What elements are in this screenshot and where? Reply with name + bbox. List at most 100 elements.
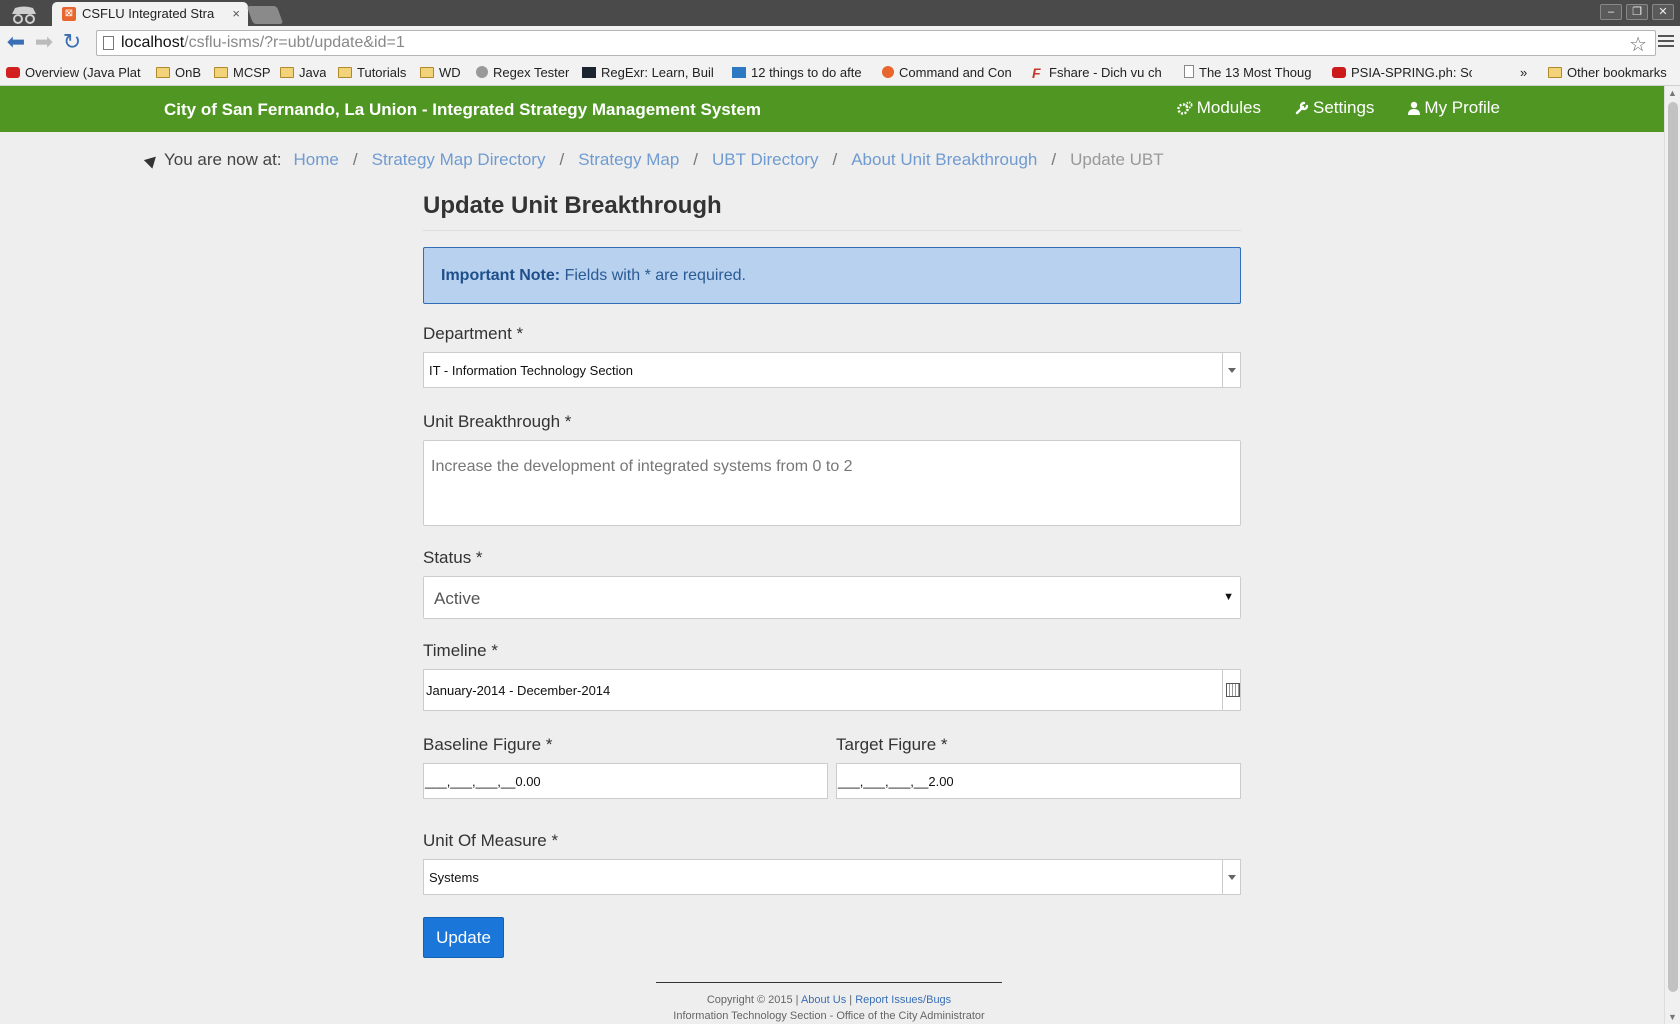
- caret-down-icon: ▼: [1223, 591, 1234, 603]
- nav-settings[interactable]: Settings: [1295, 98, 1374, 118]
- bookmark-item[interactable]: RegExr: Learn, Buil: [582, 65, 722, 80]
- reload-icon[interactable]: ↻: [60, 31, 84, 55]
- new-tab-button[interactable]: [246, 6, 284, 24]
- uom-select[interactable]: Systems: [423, 859, 1241, 895]
- nav-modules[interactable]: Modules: [1176, 98, 1261, 118]
- cogs-icon: [1176, 101, 1193, 115]
- bookmark-item[interactable]: Command and Con: [882, 65, 1020, 80]
- bookmark-item[interactable]: The 13 Most Thoug: [1184, 65, 1326, 80]
- user-icon: [1408, 101, 1421, 115]
- footer: Copyright © 2015 | About Us | Report Iss…: [656, 982, 1002, 1024]
- target-group: Target Figure * ___,___,___,__2.00: [836, 735, 1241, 799]
- department-select[interactable]: IT - Information Technology Section: [423, 352, 1241, 388]
- bookmark-item[interactable]: Tutorials: [338, 65, 406, 80]
- app-navbar: City of San Fernando, La Union - Integra…: [0, 86, 1664, 132]
- browser-menu-icon[interactable]: [1658, 32, 1674, 54]
- ubt-label: Unit Breakthrough *: [423, 412, 572, 431]
- breadcrumb-separator: /: [559, 150, 565, 169]
- bookmark-item[interactable]: WD: [420, 65, 461, 80]
- bookmark-star-icon[interactable]: ☆: [1629, 32, 1647, 57]
- page-scrollbar[interactable]: ▲ ▼: [1664, 86, 1680, 1024]
- breadcrumb-separator: /: [693, 150, 699, 169]
- regex-tester-icon: [476, 66, 488, 78]
- scroll-thumb[interactable]: [1668, 102, 1678, 992]
- fshare-icon: F: [1032, 65, 1041, 81]
- update-button[interactable]: Update: [423, 917, 504, 958]
- page-icon: [103, 36, 114, 50]
- folder-icon: [1548, 67, 1562, 78]
- tab-title: CSFLU Integrated Stra: [82, 6, 215, 21]
- document-icon: [1184, 65, 1194, 78]
- department-label: Department *: [423, 324, 524, 343]
- chevron-down-icon[interactable]: [1222, 860, 1240, 894]
- tab-close-icon[interactable]: ×: [232, 6, 240, 21]
- url-path: /csflu-isms/?r=ubt/update&id=1: [184, 34, 405, 51]
- bookmark-item[interactable]: MCSP: [214, 65, 271, 80]
- more-bookmarks-button[interactable]: »: [1520, 65, 1527, 80]
- window-controls: – ❐ ✕: [1600, 4, 1674, 20]
- footer-divider: |: [795, 994, 799, 1006]
- bookmark-item[interactable]: Regex Tester: [476, 65, 569, 80]
- breadcrumb-about-ubt[interactable]: About Unit Breakthrough: [851, 150, 1037, 170]
- close-window-icon[interactable]: ✕: [1652, 4, 1674, 20]
- footer-copyright: Copyright © 2015: [706, 994, 793, 1006]
- browser-toolbar: ⬅ ➡ ↻ localhost/csflu-isms/?r=ubt/update…: [0, 26, 1680, 60]
- bookmark-item[interactable]: PSIA-SPRING.ph: Sc: [1332, 65, 1472, 80]
- bookmark-item[interactable]: OnB: [156, 65, 201, 80]
- breadcrumb-prefix: You are now at:: [164, 150, 282, 169]
- forward-arrow-icon[interactable]: ➡: [32, 31, 56, 55]
- wordpress-icon: [732, 67, 746, 78]
- minimize-icon[interactable]: –: [1600, 4, 1622, 20]
- folder-icon: [214, 67, 228, 78]
- status-group: Status * Active ▼: [423, 548, 1241, 619]
- baseline-input[interactable]: ___,___,___,__0.00: [423, 763, 828, 799]
- status-select[interactable]: Active ▼: [423, 576, 1241, 619]
- other-bookmarks[interactable]: Other bookmarks: [1548, 65, 1667, 80]
- restore-icon[interactable]: ❐: [1626, 4, 1648, 20]
- footer-report-link[interactable]: Report Issues/Bugs: [855, 994, 951, 1006]
- bookmark-item[interactable]: Overview (Java Plat: [6, 65, 146, 80]
- calendar-icon[interactable]: [1222, 670, 1240, 710]
- footer-divider: |: [849, 994, 853, 1006]
- firefox-icon: [882, 66, 894, 78]
- note-label: Important Note:: [441, 267, 561, 284]
- department-value: IT - Information Technology Section: [429, 363, 634, 378]
- url-host: localhost: [121, 34, 185, 51]
- bookmark-item[interactable]: Java: [280, 65, 326, 80]
- oracle-icon: [6, 67, 20, 78]
- youtube-icon: [1332, 67, 1346, 78]
- back-arrow-icon[interactable]: ⬅: [4, 31, 28, 55]
- bookmarks-bar: Overview (Java Plat OnB MCSP Java Tutori…: [0, 60, 1680, 86]
- ubt-textarea[interactable]: Increase the development of integrated s…: [423, 440, 1241, 526]
- timeline-input[interactable]: January-2014 - December-2014: [423, 669, 1241, 711]
- browser-tab[interactable]: ⊠ CSFLU Integrated Stra ×: [52, 2, 248, 26]
- breadcrumb: You are now at: Home / Strategy Map Dire…: [143, 150, 1164, 170]
- breadcrumb-ubt-directory[interactable]: UBT Directory: [712, 150, 818, 170]
- target-input[interactable]: ___,___,___,__2.00: [836, 763, 1241, 799]
- department-group: Department * IT - Information Technology…: [423, 324, 1241, 388]
- breadcrumb-strategy-map[interactable]: Strategy Map: [578, 150, 679, 170]
- ubt-group: Unit Breakthrough * Increase the develop…: [423, 412, 1241, 526]
- regexr-icon: [582, 67, 596, 78]
- breadcrumb-strategy-map-directory[interactable]: Strategy Map Directory: [372, 150, 546, 170]
- nav-profile[interactable]: My Profile: [1408, 98, 1500, 118]
- status-label: Status *: [423, 548, 483, 567]
- chevron-down-icon[interactable]: [1222, 353, 1240, 387]
- app-brand[interactable]: City of San Fernando, La Union - Integra…: [164, 100, 761, 120]
- browser-titlebar: ⊠ CSFLU Integrated Stra × – ❐ ✕: [0, 0, 1680, 26]
- scroll-down-icon[interactable]: ▼: [1668, 1012, 1677, 1022]
- timeline-group: Timeline * January-2014 - December-2014: [423, 641, 1241, 711]
- bookmark-item[interactable]: 12 things to do afte: [732, 65, 872, 80]
- footer-office: Information Technology Section - Office …: [673, 1010, 985, 1022]
- timeline-value: January-2014 - December-2014: [426, 683, 611, 698]
- scroll-up-icon[interactable]: ▲: [1668, 88, 1677, 98]
- target-label: Target Figure *: [836, 735, 948, 754]
- bookmark-item[interactable]: F Fshare - Dich vu ch: [1032, 65, 1172, 81]
- footer-about-link[interactable]: About Us: [801, 994, 846, 1006]
- address-bar[interactable]: localhost/csflu-isms/?r=ubt/update&id=1 …: [96, 30, 1656, 56]
- breadcrumb-separator: /: [832, 150, 838, 169]
- incognito-icon: [12, 6, 36, 24]
- required-note-alert: Important Note: Fields with * are requir…: [423, 247, 1241, 304]
- breadcrumb-home[interactable]: Home: [294, 150, 339, 170]
- baseline-group: Baseline Figure * ___,___,___,__0.00: [423, 735, 828, 799]
